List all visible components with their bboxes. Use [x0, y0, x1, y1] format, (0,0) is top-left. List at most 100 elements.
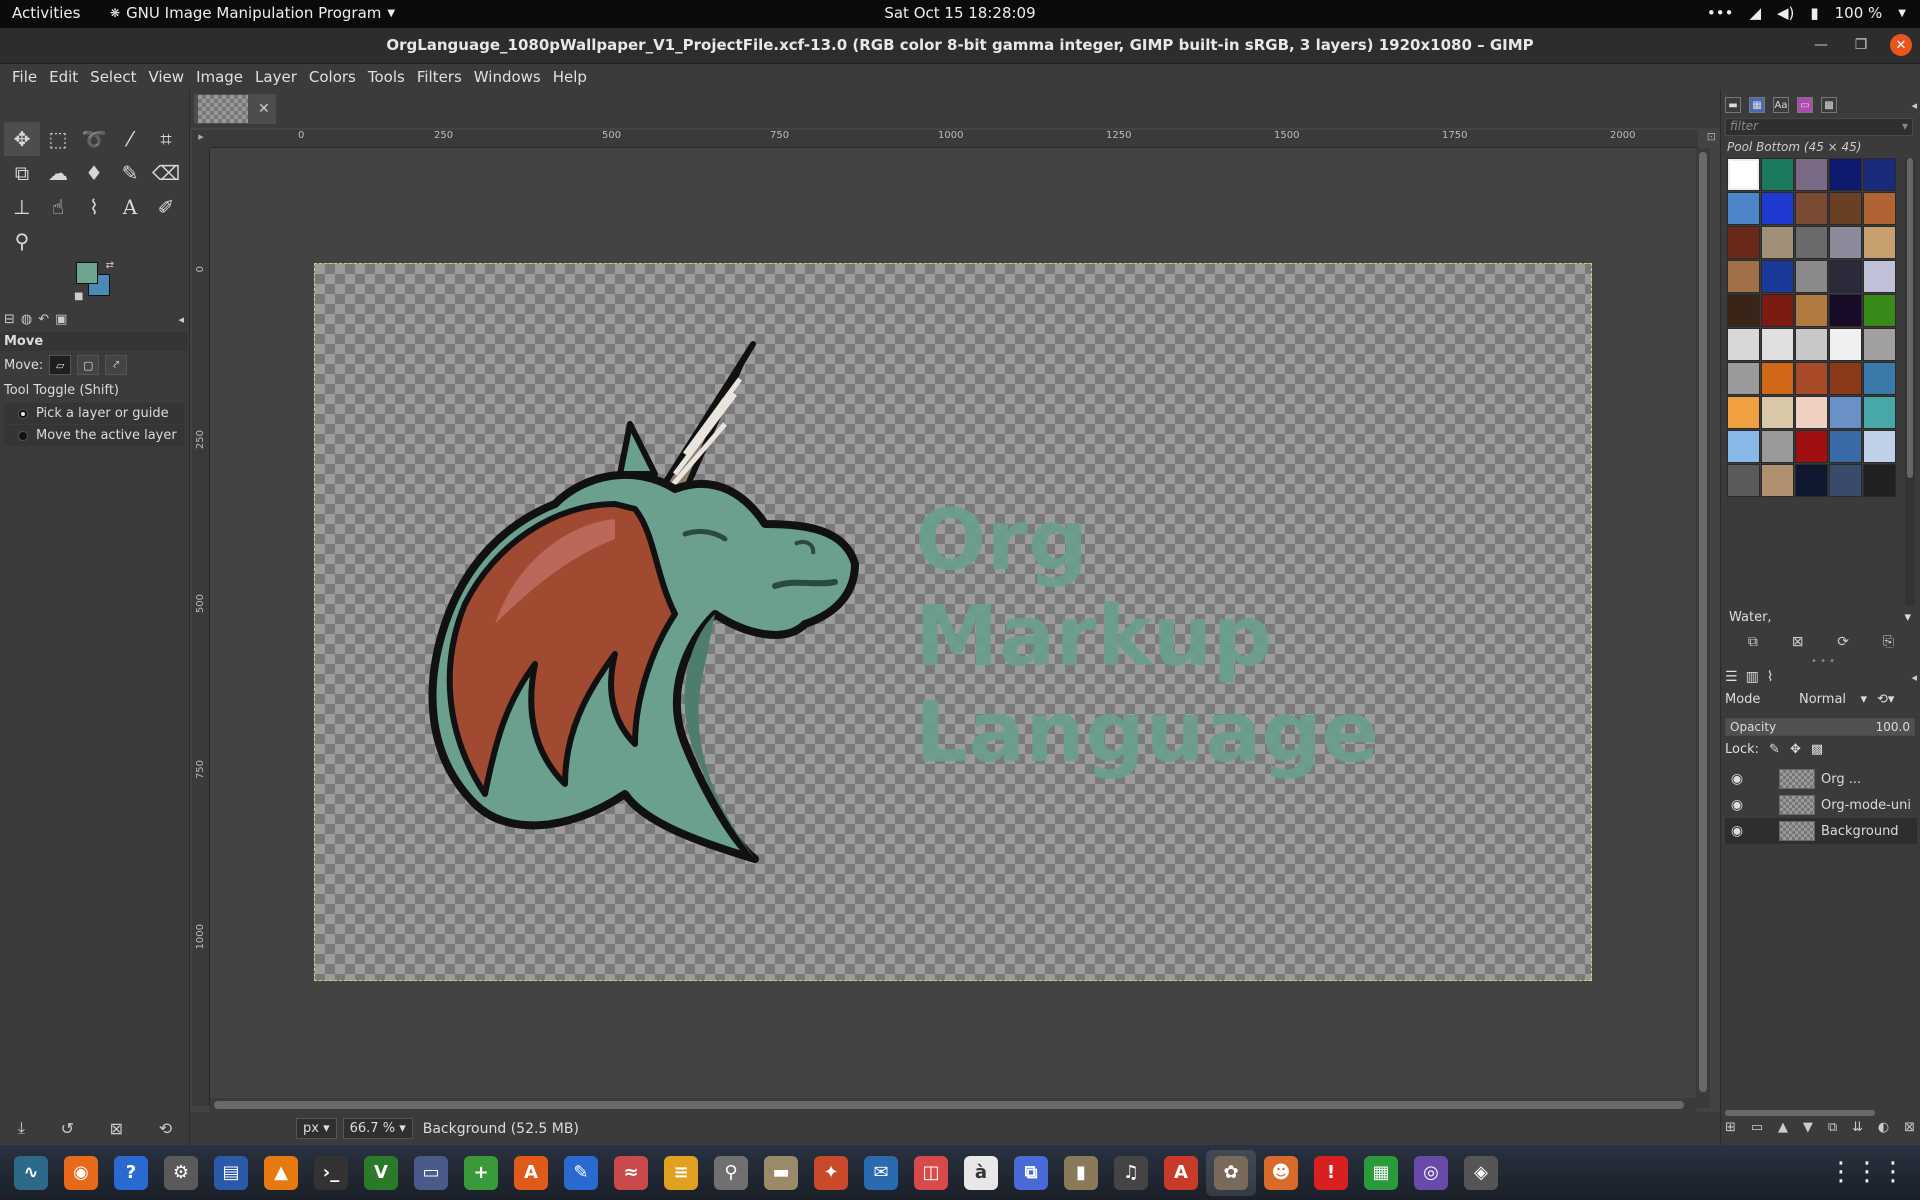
- horizontal-scrollbar[interactable]: [210, 1098, 1696, 1112]
- taskbar-app-plus-app[interactable]: +: [456, 1150, 506, 1196]
- image-tab[interactable]: ✕: [194, 94, 276, 124]
- taskbar-app-system-monitor[interactable]: ∿: [6, 1150, 56, 1196]
- pattern-filter-input[interactable]: filter ▾: [1725, 118, 1913, 136]
- taskbar-app-app-store[interactable]: A: [506, 1150, 556, 1196]
- bucket-fill-tool-icon[interactable]: ♦: [76, 156, 112, 190]
- lasso-tool-icon[interactable]: ➰: [76, 122, 112, 156]
- taskbar-app-calculator[interactable]: ≡: [656, 1150, 706, 1196]
- paths-tool-icon[interactable]: ⌇: [76, 190, 112, 224]
- scrollbar-thumb[interactable]: [1907, 158, 1913, 478]
- pattern-swatch[interactable]: [1829, 158, 1862, 191]
- scrollbar-thumb[interactable]: [1725, 1110, 1875, 1116]
- pattern-swatch[interactable]: [1727, 328, 1760, 361]
- pattern-swatch[interactable]: [1761, 294, 1794, 327]
- pattern-swatch[interactable]: [1727, 260, 1760, 293]
- lock-position-icon[interactable]: ✥: [1790, 742, 1801, 757]
- taskbar-app-inkscape[interactable]: ◈: [1456, 1150, 1506, 1196]
- layer-row[interactable]: ◉ Org-mode-uni: [1725, 792, 1917, 818]
- menu-windows[interactable]: Windows: [468, 64, 547, 90]
- menu-edit[interactable]: Edit: [43, 64, 84, 90]
- pattern-swatch[interactable]: [1863, 294, 1896, 327]
- move-tool-icon[interactable]: ✥: [4, 122, 40, 156]
- pattern-swatch[interactable]: [1829, 294, 1862, 327]
- maximize-button[interactable]: ❐: [1850, 34, 1872, 56]
- device-status-tab-icon[interactable]: ◍: [21, 312, 32, 327]
- pattern-swatch[interactable]: [1795, 260, 1828, 293]
- image-canvas[interactable]: Org Markup Language: [314, 263, 1592, 981]
- mask-layer-icon[interactable]: ◐: [1878, 1120, 1889, 1135]
- patterns-scrollbar[interactable]: [1905, 158, 1915, 606]
- battery-icon[interactable]: ▮: [1810, 4, 1818, 22]
- activities-button[interactable]: Activities: [12, 4, 80, 22]
- undo-history-tab-icon[interactable]: ↶: [38, 312, 49, 327]
- paths-tab-icon[interactable]: ⌇: [1767, 669, 1774, 685]
- clock[interactable]: Sat Oct 15 18:28:09: [884, 4, 1035, 22]
- pattern-swatch[interactable]: [1727, 464, 1760, 497]
- pattern-swatch[interactable]: [1863, 226, 1896, 259]
- delete-pattern-icon[interactable]: ⊠: [1792, 634, 1804, 650]
- pattern-swatch[interactable]: [1829, 328, 1862, 361]
- eraser-tool-icon[interactable]: ⌫: [148, 156, 184, 190]
- pattern-swatch[interactable]: [1795, 464, 1828, 497]
- pattern-swatch[interactable]: [1727, 158, 1760, 191]
- pattern-swatch[interactable]: [1863, 260, 1896, 293]
- move-path-mode-icon[interactable]: ⤤: [105, 355, 128, 375]
- zoom-select[interactable]: 66.7 % ▾: [342, 1118, 413, 1139]
- warp-tool-icon[interactable]: ☁: [40, 156, 76, 190]
- pattern-swatch[interactable]: [1761, 464, 1794, 497]
- pattern-swatch[interactable]: [1829, 260, 1862, 293]
- pattern-swatch[interactable]: [1727, 226, 1760, 259]
- taskbar-app-music[interactable]: ♫: [1106, 1150, 1156, 1196]
- taskbar-app-text-editor[interactable]: ✎: [556, 1150, 606, 1196]
- duplicate-layer-icon[interactable]: ⧉: [1828, 1120, 1837, 1135]
- show-apps-grid-icon[interactable]: ⋮⋮⋮: [1828, 1157, 1906, 1187]
- pattern-swatch[interactable]: [1761, 362, 1794, 395]
- taskbar-app-search[interactable]: ⚲: [706, 1150, 756, 1196]
- pattern-swatch[interactable]: [1829, 192, 1862, 225]
- unit-select[interactable]: px ▾: [296, 1118, 337, 1139]
- scrollbar-thumb[interactable]: [214, 1101, 1684, 1109]
- pattern-swatch[interactable]: [1727, 362, 1760, 395]
- delete-layer-icon[interactable]: ⊠: [1904, 1120, 1915, 1135]
- pattern-swatch[interactable]: [1795, 328, 1828, 361]
- close-button[interactable]: ✕: [1890, 34, 1912, 56]
- pattern-swatch[interactable]: [1761, 430, 1794, 463]
- pattern-swatch[interactable]: [1829, 226, 1862, 259]
- taskbar-app-compass[interactable]: ✦: [806, 1150, 856, 1196]
- new-layer-icon[interactable]: ⊞: [1725, 1120, 1736, 1135]
- pattern-swatch[interactable]: [1829, 362, 1862, 395]
- pattern-swatch[interactable]: [1795, 294, 1828, 327]
- duplicate-pattern-icon[interactable]: ⧉: [1748, 634, 1758, 650]
- pattern-swatch[interactable]: [1863, 158, 1896, 191]
- new-layer-group-icon[interactable]: ▭: [1751, 1120, 1763, 1135]
- pattern-swatch[interactable]: [1761, 158, 1794, 191]
- taskbar-app-character-map[interactable]: à: [956, 1150, 1006, 1196]
- scrollbar-thumb[interactable]: [1699, 152, 1707, 1092]
- menu-view[interactable]: View: [142, 64, 190, 90]
- wifi-icon[interactable]: ◢: [1749, 4, 1761, 22]
- pattern-swatch[interactable]: [1727, 430, 1760, 463]
- open-pattern-icon[interactable]: ⎘: [1883, 634, 1894, 650]
- text-tool-icon[interactable]: A: [112, 190, 148, 224]
- taskbar-app-gimp[interactable]: ✿: [1206, 1149, 1256, 1196]
- configure-tab-icon[interactable]: ◂: [1911, 99, 1917, 112]
- channels-tab-icon[interactable]: ▥: [1746, 669, 1759, 685]
- menu-select[interactable]: Select: [84, 64, 142, 90]
- crop-tool-icon[interactable]: ⌗: [148, 122, 184, 156]
- taskbar-app-document-viewer[interactable]: ▤: [206, 1150, 256, 1196]
- taskbar-app-help[interactable]: ?: [106, 1150, 156, 1196]
- chevron-down-icon[interactable]: ▾: [1902, 119, 1908, 133]
- taskbar-app-presentation[interactable]: A: [1156, 1150, 1206, 1196]
- fonts-tab-icon[interactable]: Aa: [1773, 97, 1789, 113]
- pattern-swatch[interactable]: [1829, 430, 1862, 463]
- menu-filters[interactable]: Filters: [411, 64, 468, 90]
- pattern-swatch[interactable]: [1761, 192, 1794, 225]
- gradients-tab-icon[interactable]: ▭: [1797, 97, 1813, 113]
- lock-alpha-icon[interactable]: ▩: [1811, 742, 1823, 757]
- merge-layer-icon[interactable]: ⇊: [1852, 1120, 1863, 1135]
- taskbar-app-reader[interactable]: ◫: [906, 1150, 956, 1196]
- opacity-slider[interactable]: Opacity 100.0: [1725, 718, 1915, 736]
- taskbar-app-files[interactable]: ▬: [756, 1150, 806, 1196]
- refresh-patterns-icon[interactable]: ⟳: [1837, 634, 1849, 650]
- paintbrush-tool-icon[interactable]: ✎: [112, 156, 148, 190]
